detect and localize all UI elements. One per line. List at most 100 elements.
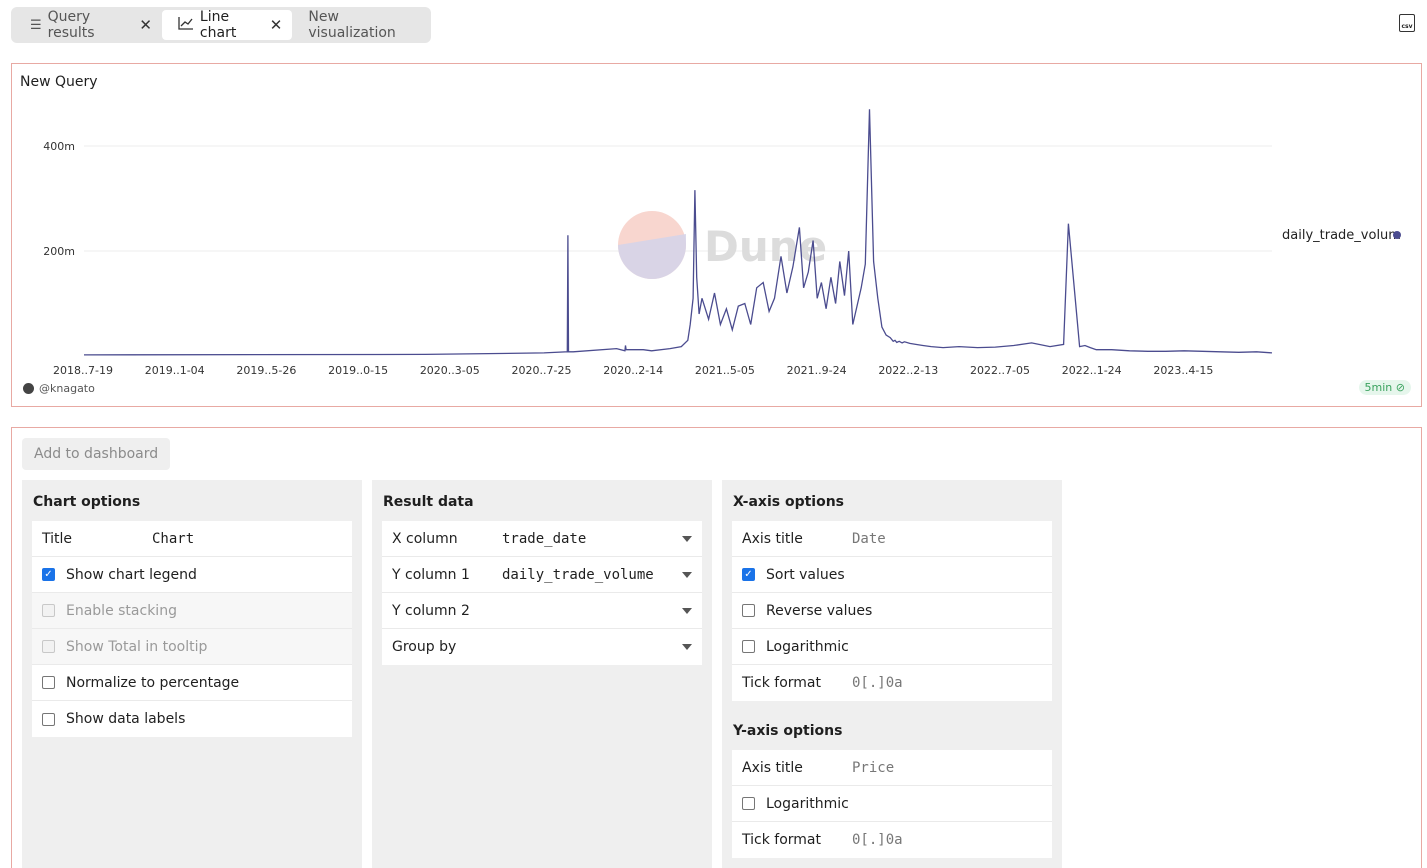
watermark-text: Dune — [704, 222, 827, 271]
chevron-down-icon[interactable] — [682, 607, 692, 614]
legend-marker — [1393, 231, 1401, 239]
x-tick-label: 2019..5-26 — [236, 364, 296, 377]
sort-values-row[interactable]: ✓ Sort values — [732, 557, 1052, 593]
x-tick-format-row: Tick format 0[.]0a — [732, 665, 1052, 701]
y-axis-title-label: Axis title — [742, 759, 803, 776]
tab-label: Query results — [47, 9, 95, 41]
y-axis-title-input[interactable]: Price — [852, 760, 1042, 776]
show-total-label: Show Total in tooltip — [66, 638, 208, 655]
tab-label: Line chart — [199, 9, 237, 41]
x-tick-label: 2019..0-15 — [328, 364, 388, 377]
normalize-label: Normalize to percentage — [66, 674, 240, 691]
x-logarithmic-label: Logarithmic — [766, 638, 849, 655]
reverse-values-label: Reverse values — [766, 602, 873, 619]
y-logarithmic-row[interactable]: Logarithmic — [732, 786, 1052, 822]
y-axis-heading: Y-axis options — [733, 723, 843, 739]
add-to-dashboard-button[interactable]: Add to dashboard — [22, 438, 171, 470]
x-tick-label: 2021..5-05 — [695, 364, 755, 377]
sort-values-checkbox[interactable]: ✓ — [742, 568, 755, 581]
y-logarithmic-label: Logarithmic — [766, 795, 849, 812]
enable-stacking-row: Enable stacking — [32, 593, 352, 629]
x-axis-title-label: Axis title — [742, 530, 803, 547]
visualization-settings: Add to dashboard Chart options Title Cha… — [11, 427, 1422, 868]
normalize-checkbox[interactable] — [42, 676, 55, 689]
x-tick-label: 2019..1-04 — [145, 364, 205, 377]
download-csv-icon[interactable]: csv — [1399, 14, 1415, 32]
tab-line-chart[interactable]: Line chart ✕ — [161, 9, 293, 41]
result-data-panel: Result data X column trade_date Y column… — [372, 480, 712, 868]
title-row: Title Chart — [32, 521, 352, 557]
y-axis-title-row: Axis title Price — [732, 750, 1052, 786]
show-legend-label: Show chart legend — [66, 566, 197, 583]
x-logarithmic-row[interactable]: Logarithmic — [732, 629, 1052, 665]
data-labels-checkbox[interactable] — [42, 712, 55, 726]
y-tick-format-label: Tick format — [742, 832, 821, 848]
y-column-1-label: Y column 1 — [392, 566, 470, 583]
show-total-checkbox — [42, 640, 55, 653]
visualization-tabs: ☰ Query results ✕ Line chart ✕ New visua… — [11, 7, 431, 43]
dune-watermark: Dune — [618, 211, 827, 279]
show-legend-row[interactable]: ✓ Show chart legend — [32, 557, 352, 593]
x-logarithmic-checkbox[interactable] — [742, 640, 755, 653]
author[interactable]: @knagato — [23, 382, 95, 395]
tab-label: New visualization — [308, 9, 396, 41]
line-chart: Dune 200m 400m 2018..7-19 2019..1-04 2019..… — [43, 109, 1401, 377]
x-tick-label: 2021..9-24 — [787, 364, 847, 377]
y-logarithmic-checkbox[interactable] — [742, 797, 755, 810]
close-icon[interactable]: ✕ — [270, 16, 283, 34]
data-labels-row[interactable]: Show data labels — [32, 701, 352, 737]
normalize-row[interactable]: Normalize to percentage — [32, 665, 352, 701]
group-by-select[interactable]: Group by — [382, 629, 702, 665]
chart-options-panel: Chart options Title Chart ✓ Show chart l… — [22, 480, 362, 868]
tab-query-results[interactable]: ☰ Query results ✕ — [14, 9, 162, 41]
author-name: @knagato — [39, 382, 95, 395]
x-tick-label: 2020..2-14 — [603, 364, 663, 377]
check-icon: ⊘ — [1395, 381, 1405, 394]
result-data-heading: Result data — [383, 494, 474, 510]
show-total-row: Show Total in tooltip — [32, 629, 352, 665]
chart-panel: New Query Dune 200m 400m 2018..7-19 2019..… — [11, 63, 1422, 407]
line-chart-icon — [178, 16, 194, 34]
group-by-label: Group by — [392, 639, 457, 655]
title-input[interactable]: Chart — [152, 531, 342, 547]
x-tick-label: 2020..3-05 — [420, 364, 480, 377]
x-tick-format-input[interactable]: 0[.]0a — [852, 675, 1042, 691]
chart-legend[interactable]: daily_trade_volum — [1282, 228, 1401, 243]
x-tick-label: 2018..7-19 — [53, 364, 113, 377]
x-tick-label: 2022..7-05 — [970, 364, 1030, 377]
sort-values-label: Sort values — [766, 566, 845, 583]
chevron-down-icon[interactable] — [682, 644, 692, 650]
x-column-label: X column — [392, 530, 458, 547]
y-column-1-select[interactable]: Y column 1 daily_trade_volume — [382, 557, 702, 593]
y-column-2-label: Y column 2 — [392, 602, 470, 619]
y-tick-format-row: Tick format 0[.]0a — [732, 822, 1052, 858]
axis-options-panel: X-axis options Axis title Date ✓ Sort va… — [722, 480, 1062, 868]
chart-options-heading: Chart options — [33, 494, 141, 510]
y-column-2-select[interactable]: Y column 2 — [382, 593, 702, 629]
x-axis-title-row: Axis title Date — [732, 521, 1052, 557]
avatar — [23, 383, 34, 394]
x-tick-label: 2022..2-13 — [878, 364, 938, 377]
x-tick-label: 2020..7-25 — [512, 364, 572, 377]
chevron-down-icon[interactable] — [682, 535, 692, 542]
y-tick-label: 400m — [43, 140, 75, 153]
x-tick-label: 2023..4-15 — [1153, 364, 1213, 377]
enable-stacking-label: Enable stacking — [66, 602, 177, 619]
reverse-values-checkbox[interactable] — [742, 604, 755, 617]
data-labels-label: Show data labels — [66, 711, 186, 727]
y-column-1-value: daily_trade_volume — [502, 566, 654, 583]
tab-new-visualization[interactable]: New visualization — [292, 9, 428, 41]
x-axis-title-input[interactable]: Date — [852, 531, 1042, 547]
enable-stacking-checkbox — [42, 604, 55, 617]
refresh-badge: 5min ⊘ — [1358, 380, 1411, 395]
x-column-select[interactable]: X column trade_date — [382, 521, 702, 557]
chevron-down-icon[interactable] — [682, 571, 692, 578]
title-label: Title — [42, 530, 73, 547]
x-tick-label: 2022..1-24 — [1062, 364, 1122, 377]
y-tick-format-input[interactable]: 0[.]0a — [852, 832, 1042, 848]
close-icon[interactable]: ✕ — [139, 16, 152, 34]
reverse-values-row[interactable]: Reverse values — [732, 593, 1052, 629]
x-axis-heading: X-axis options — [733, 494, 844, 510]
show-legend-checkbox[interactable]: ✓ — [42, 568, 55, 581]
list-icon: ☰ — [30, 17, 42, 33]
